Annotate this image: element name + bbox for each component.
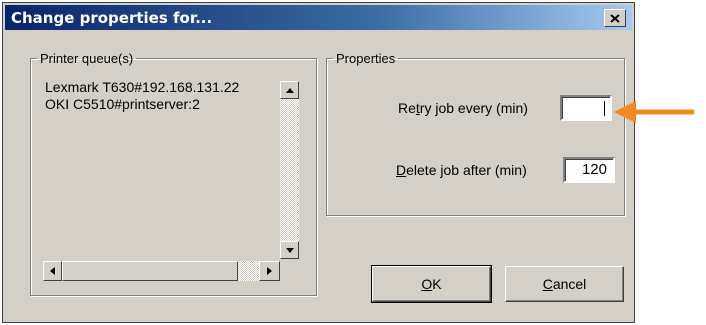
list-viewport: Lexmark T630#192.168.131.22 OKI C5510#pr… xyxy=(43,79,279,260)
list-item[interactable]: OKI C5510#printserver:2 xyxy=(45,96,200,112)
ok-button[interactable]: OK xyxy=(371,265,492,303)
printer-queue-legend: Printer queue(s) xyxy=(40,51,134,66)
scroll-left-button[interactable] xyxy=(43,261,62,281)
scroll-up-button[interactable] xyxy=(280,81,299,99)
scroll-right-arrow-icon xyxy=(267,267,272,275)
scroll-down-arrow-icon xyxy=(285,247,294,253)
ok-button-label: OK xyxy=(421,276,442,292)
list-item[interactable]: Lexmark T630#192.168.131.22 xyxy=(45,79,239,95)
close-icon xyxy=(610,13,620,23)
annotation-arrow-icon xyxy=(614,101,694,123)
retry-job-label: Retry job every (min) xyxy=(398,100,528,116)
text-caret xyxy=(604,101,605,116)
scroll-left-arrow-icon xyxy=(50,267,55,275)
scroll-down-button[interactable] xyxy=(280,241,299,259)
printer-queue-list[interactable]: Lexmark T630#192.168.131.22 OKI C5510#pr… xyxy=(43,79,309,286)
delete-job-label: Delete job after (min) xyxy=(396,162,527,178)
scroll-right-button[interactable] xyxy=(259,261,280,281)
horizontal-scrollbar[interactable] xyxy=(43,261,280,281)
scroll-up-arrow-icon xyxy=(285,87,294,93)
delete-job-value: 120 xyxy=(581,161,607,178)
properties-group: Properties xyxy=(326,51,625,216)
delete-job-input[interactable]: 120 xyxy=(563,157,615,183)
properties-legend: Properties xyxy=(336,51,396,66)
cancel-button-label: Cancel xyxy=(542,276,587,292)
retry-job-input[interactable] xyxy=(560,95,612,121)
close-button[interactable] xyxy=(604,9,626,27)
horizontal-scroll-thumb[interactable] xyxy=(62,261,238,281)
vertical-scrollbar[interactable] xyxy=(280,81,299,259)
cancel-button[interactable]: Cancel xyxy=(505,266,624,302)
title-bar[interactable]: Change properties for... xyxy=(5,5,632,30)
window-title: Change properties for... xyxy=(11,9,213,27)
